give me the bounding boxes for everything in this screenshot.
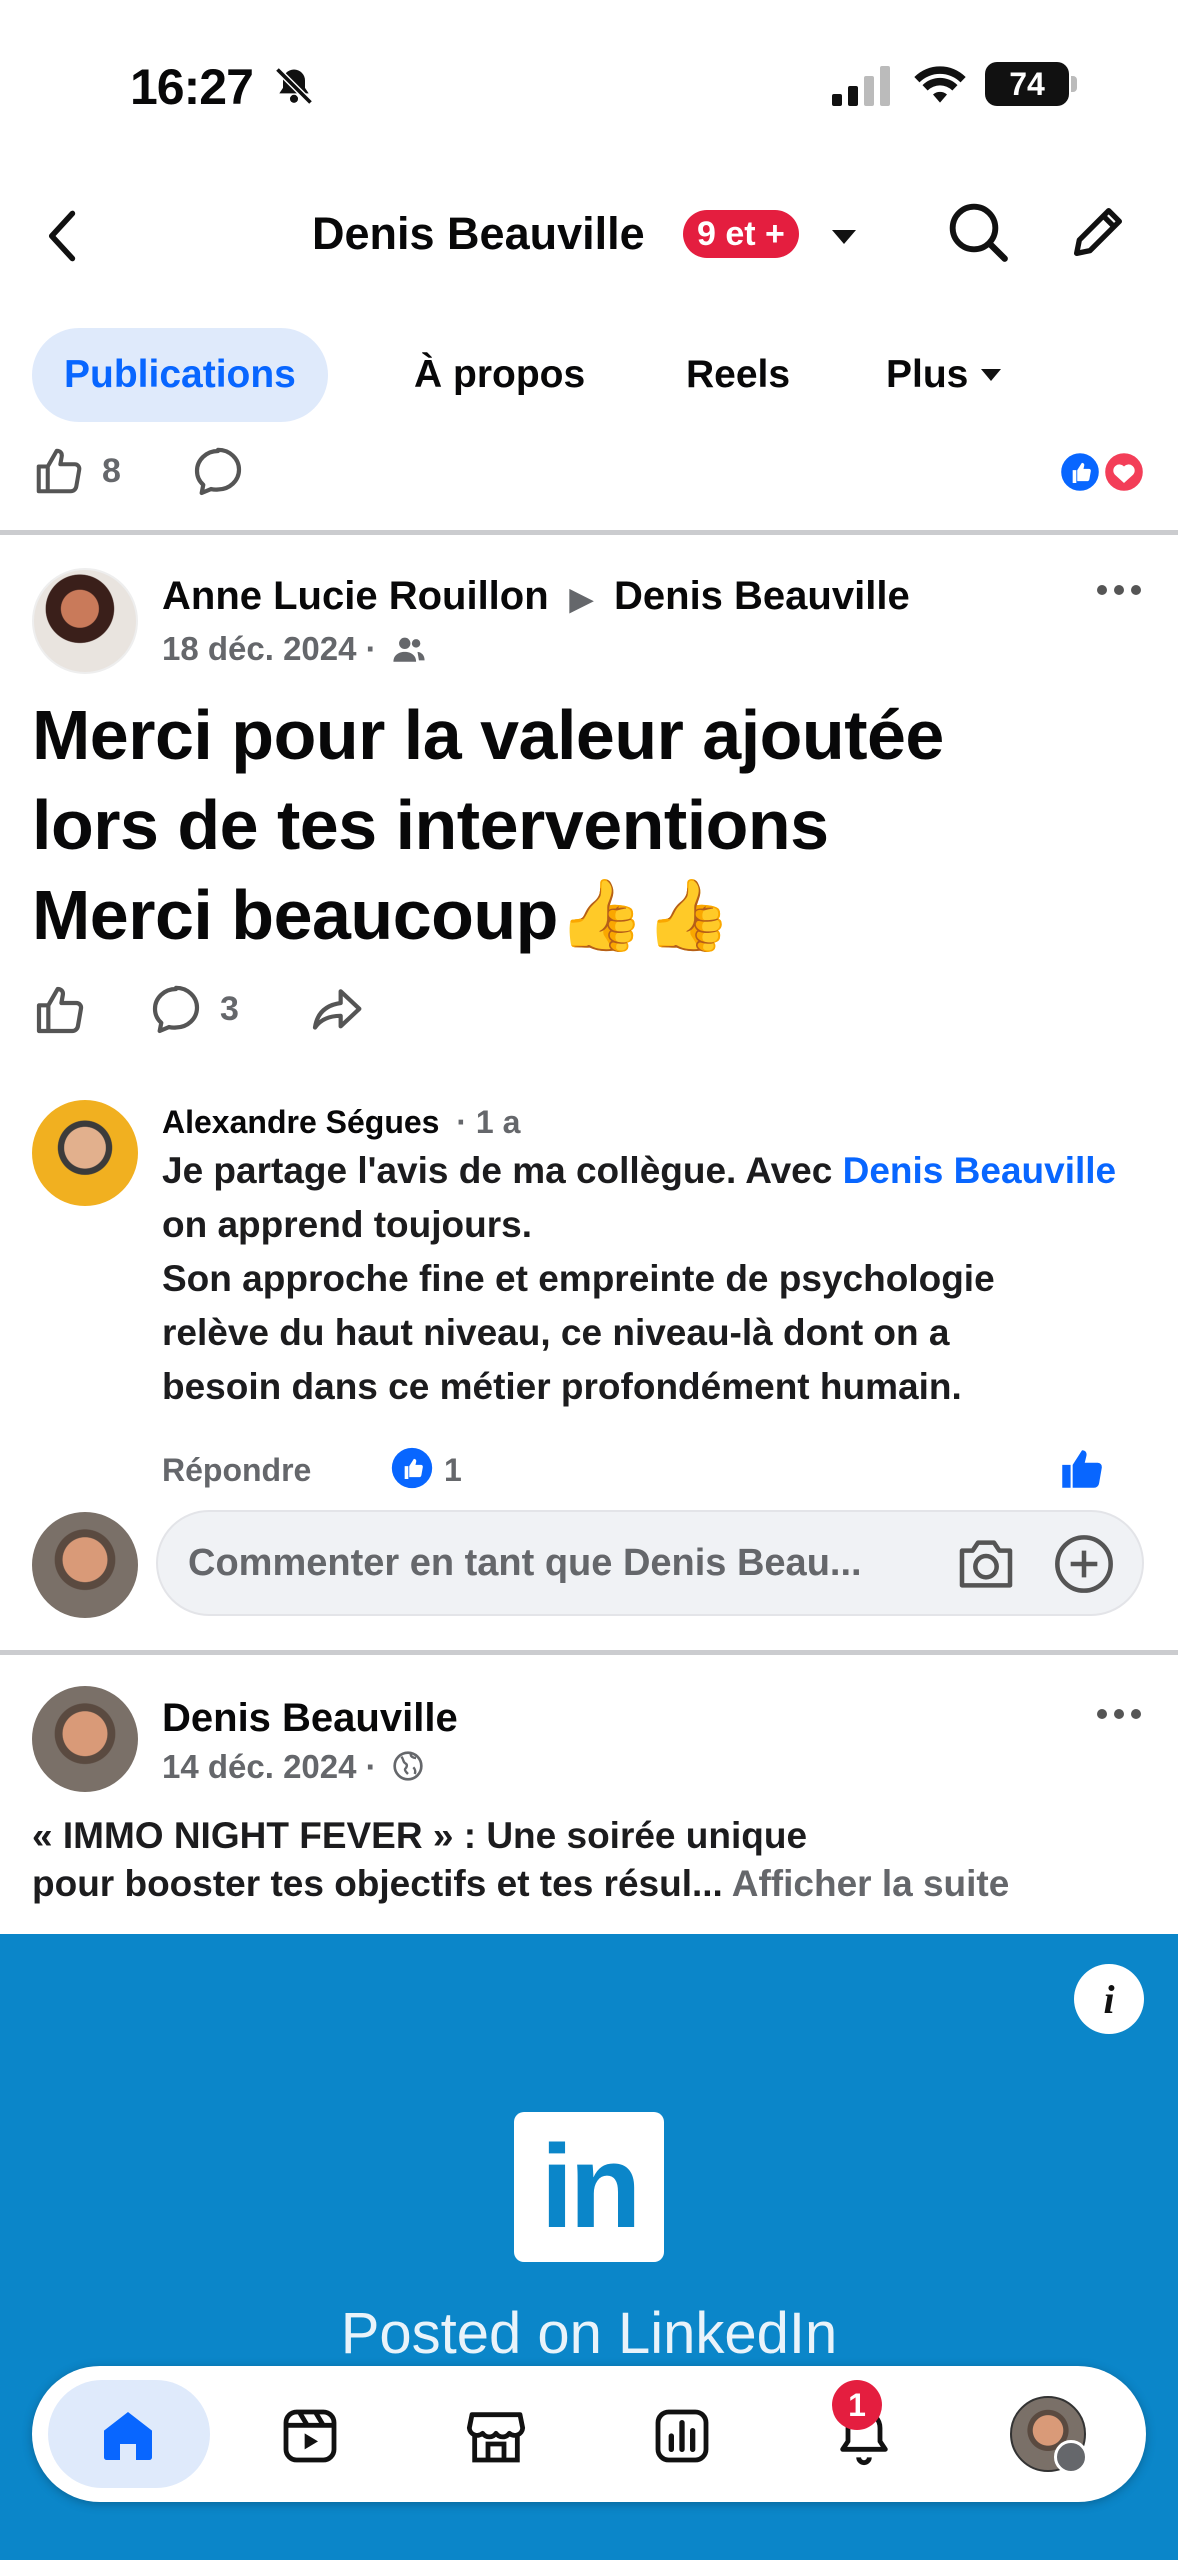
author-name[interactable]: Anne Lucie Rouillon (162, 574, 549, 618)
menu-badge-icon (1054, 2440, 1088, 2474)
comment-line: relève du haut niveau, ce niveau-là dont… (162, 1312, 950, 1353)
user-avatar (32, 1512, 138, 1618)
post-text-line: lors de tes interventions (32, 786, 829, 864)
wifi-icon (914, 66, 966, 103)
comment-body: Je partage l'avis de ma collègue. Avec D… (162, 1144, 1122, 1414)
like-icon[interactable] (32, 444, 86, 498)
age-badge: 9 et + (683, 210, 799, 258)
post-meta: 14 déc. 2024 · (162, 1748, 424, 1786)
post-date[interactable]: 14 déc. 2024 · (162, 1748, 377, 1785)
mute-icon (275, 67, 313, 105)
dashboard-icon[interactable] (650, 2404, 714, 2468)
battery-indicator: 74 (985, 62, 1077, 106)
author-avatar[interactable] (32, 568, 138, 674)
post-text: « IMMO NIGHT FEVER » : Une soirée unique… (32, 1812, 1162, 1908)
tab-plus-label: Plus (886, 353, 969, 396)
mention-link[interactable]: Denis Beauville (843, 1150, 1117, 1191)
post-text-part: pour booster tes objectifs et tes résul.… (32, 1863, 723, 1904)
edit-pencil-icon[interactable] (1066, 200, 1130, 264)
comment-input[interactable]: Commenter en tant que Denis Beau... (156, 1510, 1144, 1616)
comment-icon[interactable] (190, 444, 246, 500)
chevron-down-icon[interactable] (830, 228, 858, 246)
tab-plus[interactable]: Plus (854, 328, 1034, 422)
globe-icon (393, 1751, 423, 1781)
author-name[interactable]: Denis Beauville (162, 1696, 458, 1741)
caret-down-icon (981, 369, 1002, 381)
comment-count: 3 (220, 990, 239, 1028)
target-name[interactable]: Denis Beauville (614, 574, 910, 618)
comment-text-part: on apprend toujours. (162, 1204, 532, 1245)
post-date[interactable]: 18 déc. 2024 · (162, 630, 377, 667)
page-title: Denis Beauville (312, 208, 645, 259)
like-reaction-icon (1058, 450, 1102, 494)
see-more-link[interactable]: Afficher la suite (732, 1863, 1010, 1904)
tab-reels[interactable]: Reels (654, 328, 822, 422)
more-options-icon[interactable] (1096, 1706, 1142, 1722)
comment-line: Je partage l'avis de ma collègue. Avec D… (162, 1144, 1122, 1252)
camera-icon[interactable] (954, 1534, 1018, 1594)
like-count: 8 (102, 452, 121, 490)
commenter-name[interactable]: Alexandre Ségues (162, 1104, 439, 1140)
comment-input-placeholder: Commenter en tant que Denis Beau... (188, 1542, 862, 1584)
like-icon[interactable] (32, 982, 88, 1038)
post-text-line: pour booster tes objectifs et tes résul.… (32, 1860, 1162, 1908)
linkedin-caption: Posted on LinkedIn (340, 2301, 838, 2366)
comment-header: Alexandre Ségues · 1 a (162, 1104, 520, 1141)
feed-divider (0, 530, 1178, 535)
post-text-line: « IMMO NIGHT FEVER » : Une soirée unique (32, 1815, 808, 1856)
comment-age: · 1 a (456, 1104, 521, 1140)
comment-line: Son approche fine et empreinte de psycho… (162, 1258, 995, 1299)
comment-like-count: 1 (444, 1452, 462, 1488)
comment-line: besoin dans ce métier profondément humai… (162, 1366, 962, 1407)
marketplace-icon[interactable] (464, 2404, 528, 2468)
love-reaction-icon (1102, 450, 1146, 494)
feed-divider (0, 1650, 1178, 1655)
signal-icon (832, 66, 890, 106)
bottom-nav (32, 2366, 1146, 2502)
reply-button[interactable]: Répondre (162, 1452, 311, 1489)
post-meta: 18 déc. 2024 · (162, 630, 426, 668)
commenter-avatar[interactable] (32, 1100, 138, 1206)
home-icon[interactable] (96, 2404, 160, 2468)
author-avatar[interactable] (32, 1686, 138, 1792)
tab-publications[interactable]: Publications (32, 328, 328, 422)
comment-like-icon[interactable] (1056, 1444, 1106, 1494)
friends-audience-icon (393, 637, 425, 662)
comment-text-part: Je partage l'avis de ma collègue. Avec (162, 1150, 843, 1191)
add-icon[interactable] (1052, 1532, 1116, 1596)
more-options-icon[interactable] (1096, 582, 1142, 598)
share-icon[interactable] (308, 982, 364, 1038)
post-text-line: Merci pour la valeur ajoutée (32, 696, 944, 774)
search-icon[interactable] (946, 200, 1010, 264)
comment-icon[interactable] (148, 982, 204, 1038)
post-text-line: Merci beaucoup👍👍 (32, 876, 732, 954)
post-text: Merci pour la valeur ajoutée lors de tes… (32, 690, 1152, 960)
info-icon[interactable]: i (1074, 1964, 1144, 2034)
post-header: Anne Lucie Rouillon ▶ Denis Beauville (162, 574, 910, 619)
reels-icon[interactable] (278, 2404, 342, 2468)
linkedin-logo: in (514, 2112, 664, 2262)
status-time: 16:27 (130, 59, 254, 115)
tab-a-propos[interactable]: À propos (382, 328, 617, 422)
reactions-summary[interactable] (1058, 450, 1148, 494)
back-arrow-icon[interactable] (40, 206, 86, 266)
like-reaction-icon (391, 1447, 433, 1489)
arrow-right-icon: ▶ (569, 583, 593, 616)
notification-badge: 1 (832, 2380, 882, 2430)
